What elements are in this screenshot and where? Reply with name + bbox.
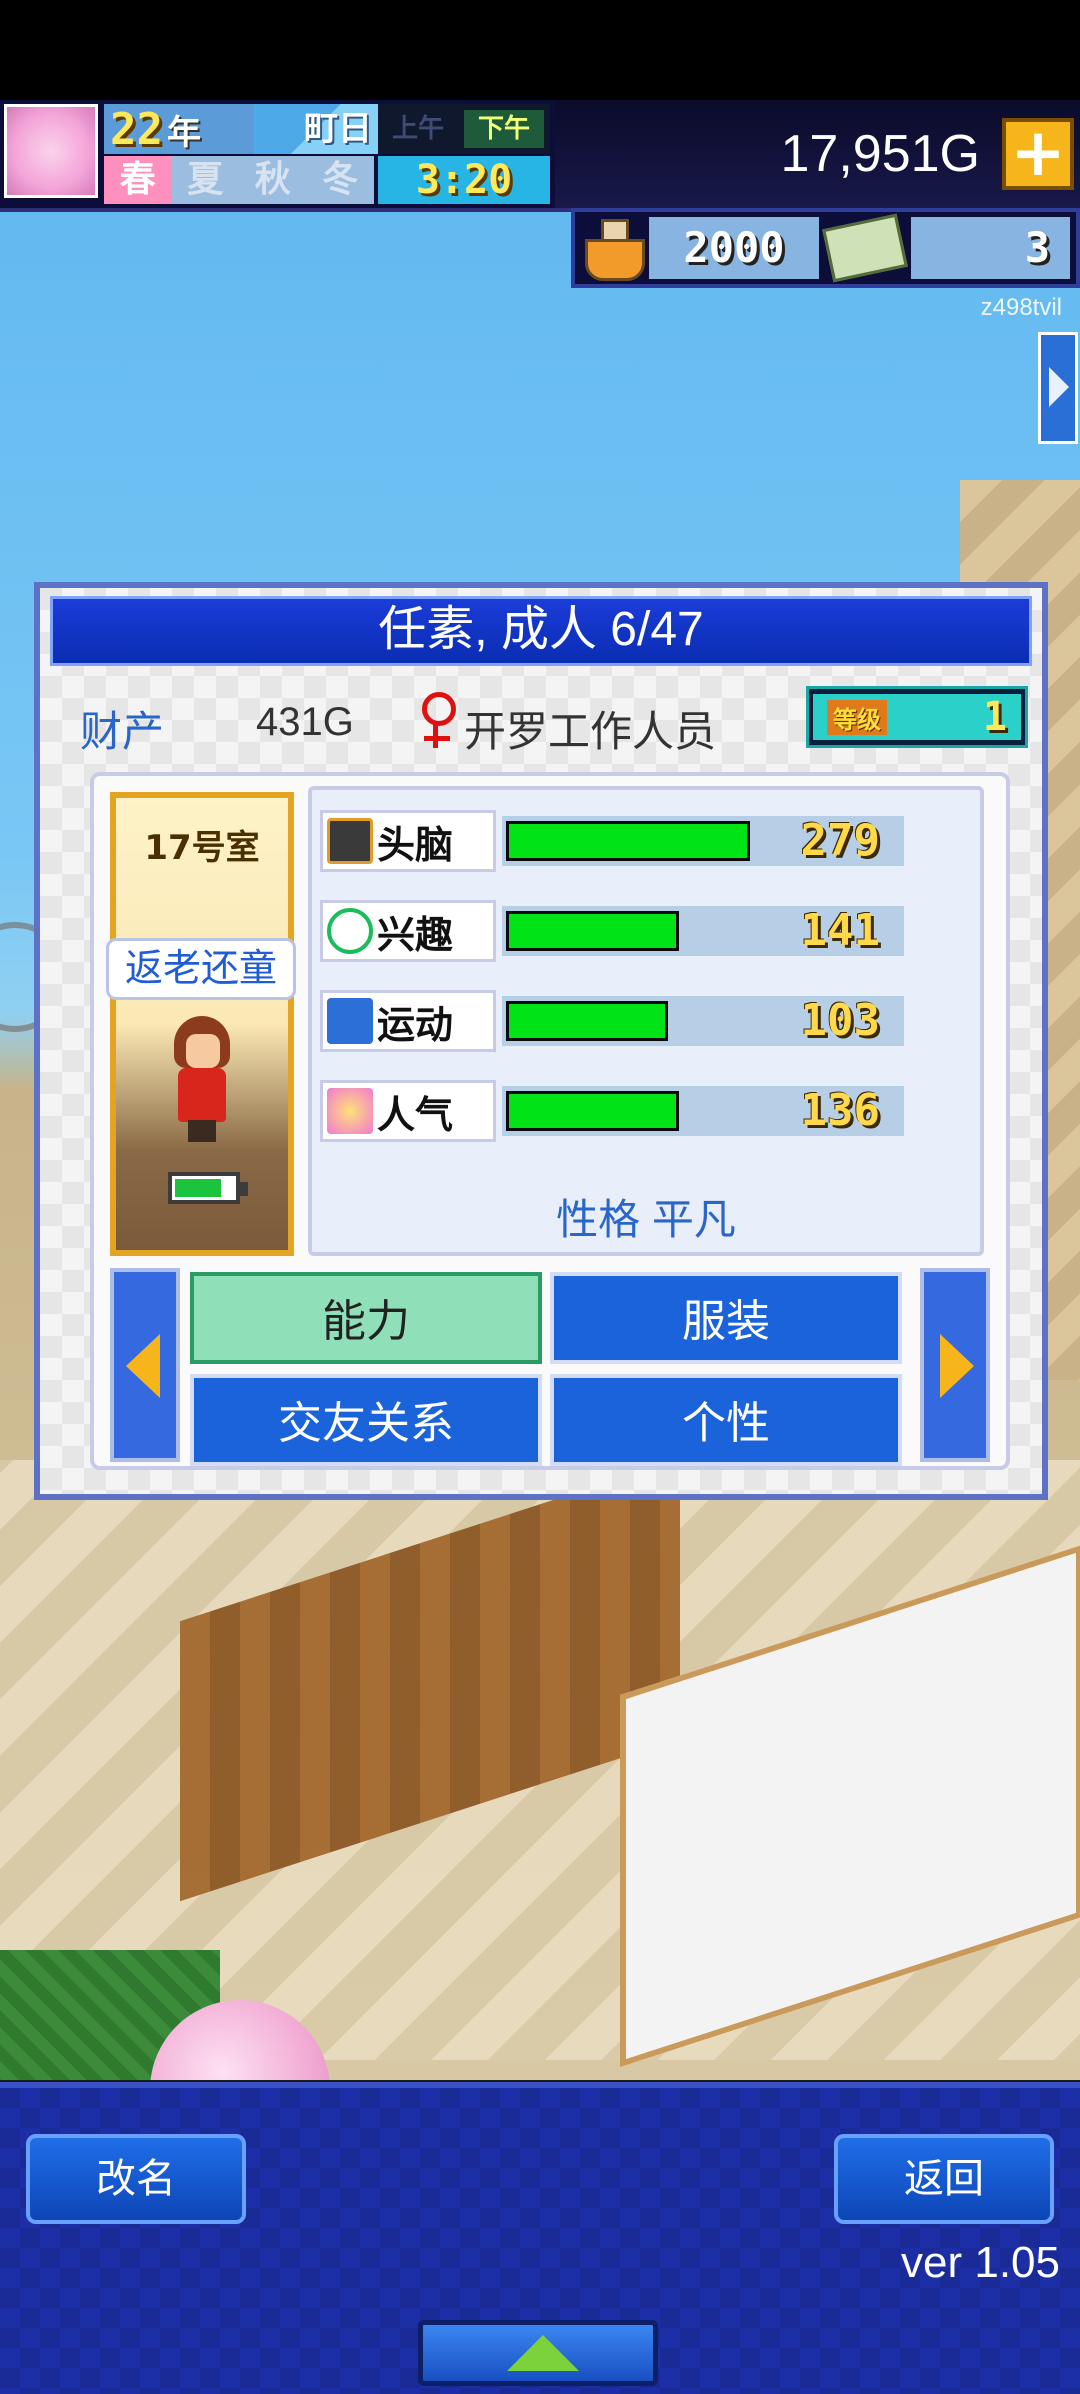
season-autumn: 秋 (254, 159, 291, 200)
stat-value: 103 (800, 995, 880, 1046)
battery-icon (168, 1172, 248, 1204)
bottom-bar: 改名 返回 ver 1.05 (0, 2082, 1080, 2394)
tab-personality[interactable]: 个性 (550, 1374, 902, 1466)
level-label: 等级 (827, 699, 887, 735)
stat-value: 279 (800, 815, 880, 866)
side-menu-arrow-button[interactable] (1038, 332, 1078, 444)
job-title: 开罗工作人员 (464, 708, 717, 755)
interest-icon (327, 908, 373, 954)
season-summer: 夏 (187, 159, 224, 200)
stat-fill (506, 1091, 679, 1131)
money-panel: 17,951G + (555, 100, 1080, 212)
research-points: 2000 (649, 217, 819, 279)
stat-bar: 141 (502, 906, 904, 956)
season-bar: 春 夏 秋 冬 (104, 156, 374, 204)
version-label: ver 1.05 (901, 2238, 1060, 2287)
stat-fill (506, 911, 679, 951)
stat-bar: 279 (502, 816, 904, 866)
rejuvenate-button[interactable]: 返老还童 (106, 938, 296, 1000)
user-id: z498tvil (980, 294, 1062, 321)
tab-ability[interactable]: 能力 (190, 1272, 542, 1364)
stat-name: 兴趣 (377, 912, 454, 957)
stat-row-popularity: 人气 136 (320, 1080, 920, 1142)
sports-icon (327, 998, 373, 1044)
resident-avatar (170, 1016, 234, 1144)
room-number: 17号室 (144, 828, 260, 868)
money-amount: 17,951G (780, 125, 981, 183)
next-arrow-button[interactable] (920, 1268, 990, 1462)
female-icon (418, 690, 458, 750)
stat-value: 141 (800, 905, 880, 956)
stats-box: 头脑 279 兴趣 141 运动 103 人气 136 性格 平凡 (308, 786, 984, 1256)
stat-value: 136 (800, 1085, 880, 1136)
resident-detail-panel: 17号室 返老还童 头脑 279 兴趣 141 运动 103 人气 136 性格… (90, 772, 1010, 1470)
stat-row-brain: 头脑 279 (320, 810, 920, 872)
ticket-count: 3 (911, 217, 1070, 279)
dialog-title: 任素, 成人 6/47 (50, 596, 1032, 666)
add-money-button[interactable]: + (1002, 118, 1074, 190)
stat-name: 人气 (377, 1092, 454, 1137)
expand-menu-button[interactable] (418, 2320, 658, 2386)
ticket-icon (822, 213, 908, 283)
date-panel: 22 年 町日 上午 下午 春 夏 秋 冬 3:20 (0, 100, 555, 212)
room-card: 17号室 返老还童 (106, 792, 296, 1256)
am-label: 上午 (391, 114, 444, 144)
popularity-icon (327, 1088, 373, 1134)
tab-clothing[interactable]: 服装 (550, 1272, 902, 1364)
clock: 3:20 (378, 156, 550, 204)
pm-label: 下午 (464, 110, 544, 148)
stat-row-sports: 运动 103 (320, 990, 920, 1052)
year-unit: 年 (166, 112, 201, 153)
stat-row-interest: 兴趣 141 (320, 900, 920, 962)
season-spring: 春 (104, 156, 172, 204)
year-display: 22 年 (104, 103, 260, 155)
prev-arrow-button[interactable] (110, 1268, 180, 1462)
stat-fill (506, 1001, 668, 1041)
stat-name: 运动 (377, 1002, 454, 1047)
flask-icon (581, 217, 645, 281)
stat-bar: 103 (502, 996, 904, 1046)
asset-value: 431G (256, 700, 354, 744)
personality-text: 性格 平凡 (556, 1196, 736, 1243)
level-badge: 等级 1 (806, 686, 1028, 748)
rename-button[interactable]: 改名 (26, 2134, 246, 2224)
back-button[interactable]: 返回 (834, 2134, 1054, 2224)
stat-bar: 136 (502, 1086, 904, 1136)
female-icon-bar (424, 736, 450, 741)
am-pm-indicator: 上午 下午 (378, 104, 550, 154)
brain-icon (327, 818, 373, 864)
weekday-label: 町日 (254, 104, 378, 154)
resource-panel: 2000 3 (571, 208, 1080, 288)
stat-name: 头脑 (377, 822, 454, 867)
stat-fill (506, 821, 750, 861)
year-number: 22 (110, 103, 163, 155)
season-winter: 冬 (322, 159, 359, 200)
cherry-blossom-icon[interactable] (4, 104, 98, 198)
status-bar (0, 0, 1080, 100)
tab-friendships[interactable]: 交友关系 (190, 1374, 542, 1466)
asset-label: 财产 (80, 708, 165, 755)
resident-info-dialog: 任素, 成人 6/47 财产 431G 开罗工作人员 等级 1 17号室 返老还… (34, 582, 1048, 1500)
level-value: 1 (982, 694, 1007, 740)
